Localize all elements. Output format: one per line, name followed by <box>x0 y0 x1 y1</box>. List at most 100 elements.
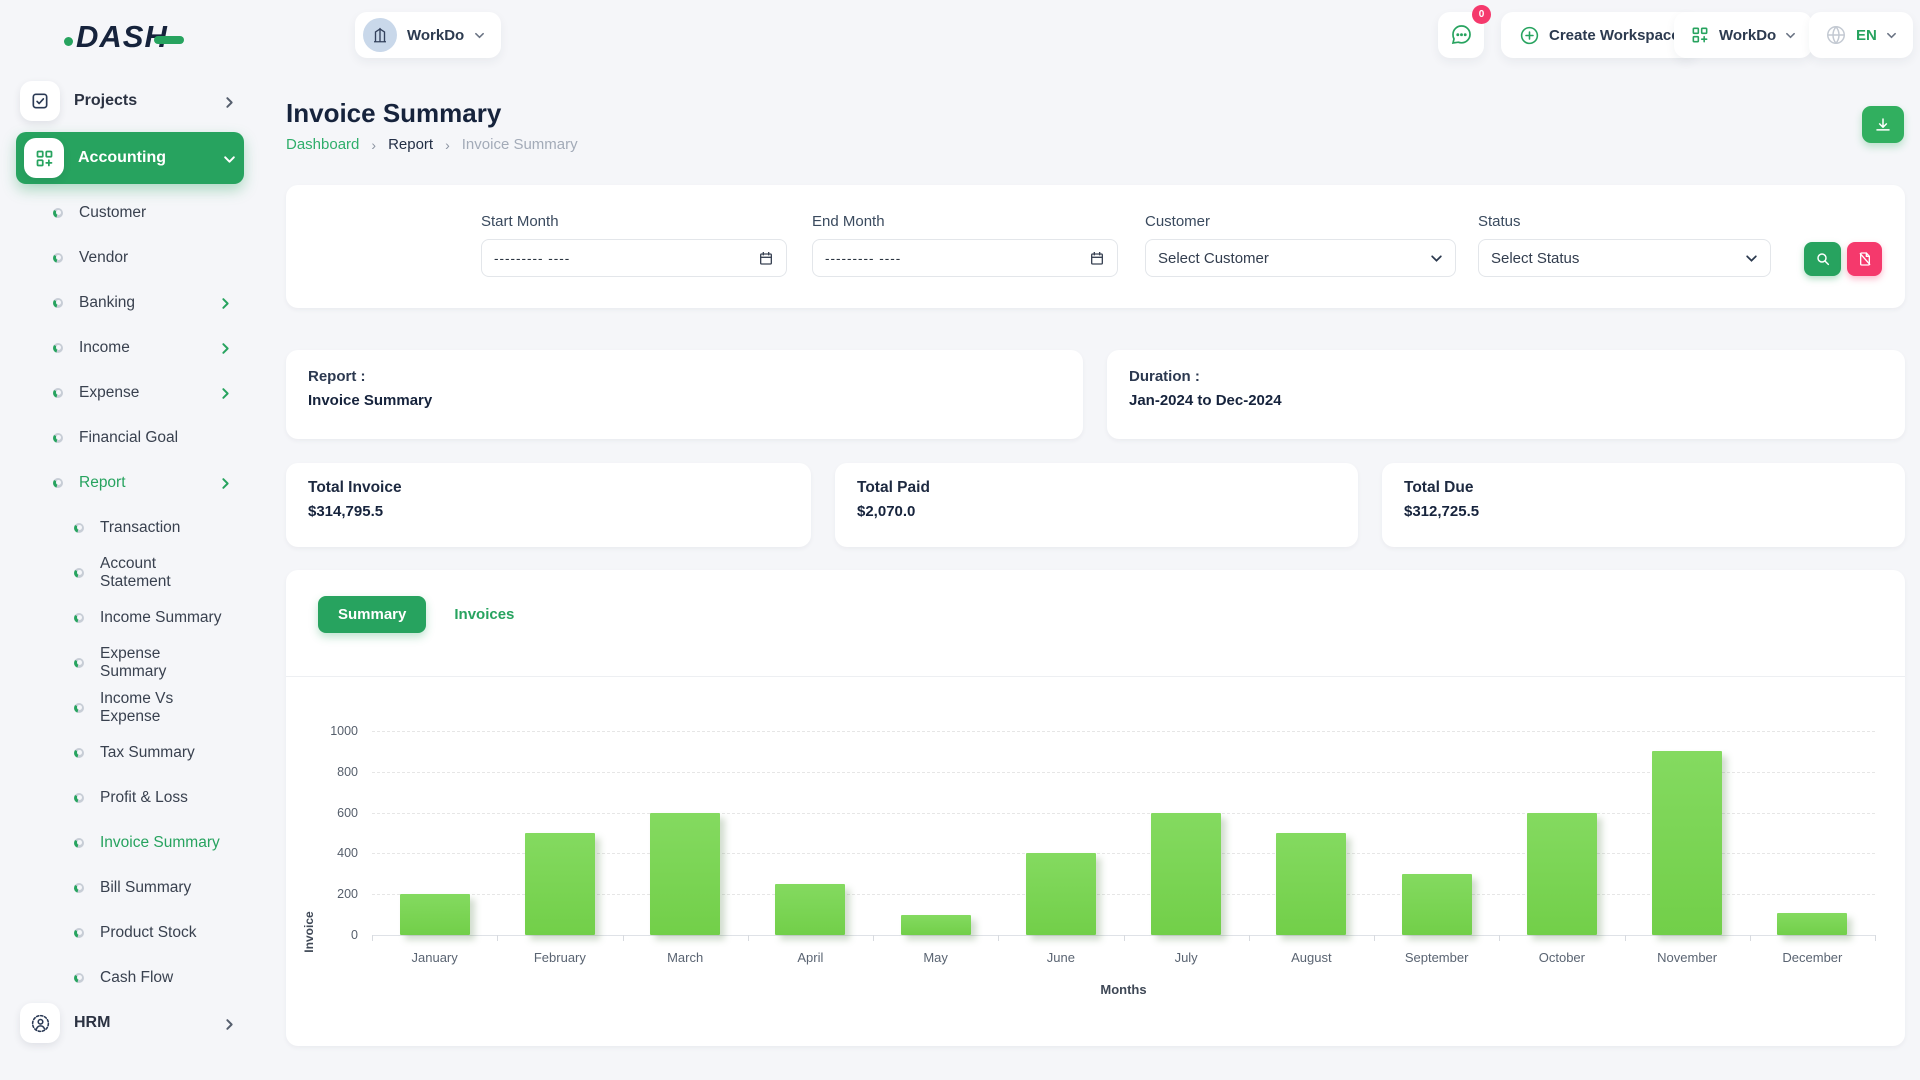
sidebar-item-hrm[interactable]: HRM <box>16 1000 244 1046</box>
sidebar-item-income[interactable]: Income <box>0 325 260 370</box>
chart-x-tick-mark <box>1875 935 1876 941</box>
bullet-icon <box>74 658 84 668</box>
bar-october[interactable] <box>1527 813 1597 935</box>
workspace-switcher[interactable]: WorkDo <box>355 12 501 58</box>
bar-january[interactable] <box>400 894 470 935</box>
tab-summary[interactable]: Summary <box>318 596 426 633</box>
create-workspace-button[interactable]: Create Workspace <box>1501 12 1698 58</box>
sidebar-item-accounting[interactable]: Accounting <box>16 132 244 184</box>
bar-february[interactable] <box>525 833 595 935</box>
status-select-value: Select Status <box>1491 250 1745 267</box>
sidebar-item-invoice-summary[interactable]: Invoice Summary <box>0 820 260 865</box>
bullet-icon <box>74 928 84 938</box>
tab-invoices[interactable]: Invoices <box>454 606 514 623</box>
messages-count-badge: 0 <box>1472 5 1491 24</box>
sidebar-item-label: Expense <box>79 384 219 402</box>
sidebar-item-income-summary[interactable]: Income Summary <box>0 595 260 640</box>
report-info-card: Report : Invoice Summary <box>286 350 1083 439</box>
sidebar-item-label: Income <box>79 339 219 357</box>
report-value: Invoice Summary <box>308 392 1061 409</box>
messages-button[interactable]: 0 <box>1438 12 1484 58</box>
sidebar-item-account-statement[interactable]: Account Statement <box>0 550 260 595</box>
language-code: EN <box>1856 27 1877 44</box>
sidebar-item-projects[interactable]: Projects <box>16 78 244 124</box>
chevron-right-icon <box>223 96 234 107</box>
bar-september[interactable] <box>1402 874 1472 935</box>
end-month-input[interactable]: --------- ---- <box>812 239 1118 277</box>
bar-slot <box>873 731 998 935</box>
users-icon <box>20 1003 60 1043</box>
apply-filter-button[interactable] <box>1804 242 1841 276</box>
sidebar-item-label: Account Statement <box>100 555 230 591</box>
app-logo[interactable]: DASH <box>64 18 184 56</box>
status-select[interactable]: Select Status <box>1478 239 1771 277</box>
bar-june[interactable] <box>1026 853 1096 935</box>
calendar-icon[interactable] <box>1089 250 1105 266</box>
bar-slot <box>497 731 622 935</box>
reset-filter-button[interactable] <box>1847 242 1882 276</box>
bar-slot <box>623 731 748 935</box>
bar-slot <box>1124 731 1249 935</box>
sidebar-item-customer[interactable]: Customer <box>0 190 260 235</box>
invoice-bar-chart: Invoice Months 02004006008001000JanuaryF… <box>286 676 1905 1046</box>
bar-august[interactable] <box>1276 833 1346 935</box>
bar-slot <box>1750 731 1875 935</box>
sidebar-item-expense-summary[interactable]: Expense Summary <box>0 640 260 685</box>
filters-card: Start Month --------- ---- End Month ---… <box>286 185 1905 308</box>
sidebar-item-transaction[interactable]: Transaction <box>0 505 260 550</box>
grid-plus-icon <box>1690 25 1710 45</box>
chart-y-tick-label: 1000 <box>304 724 358 738</box>
chevron-down-icon <box>1430 252 1443 265</box>
calendar-icon[interactable] <box>758 250 774 266</box>
main-content: Invoice Summary Dashboard › Report › Inv… <box>260 72 1920 1080</box>
breadcrumb-dashboard[interactable]: Dashboard <box>286 136 359 153</box>
bullet-icon <box>53 433 63 443</box>
sidebar-item-financial-goal[interactable]: Financial Goal <box>0 415 260 460</box>
sidebar-item-expense[interactable]: Expense <box>0 370 260 415</box>
sidebar-item-cash-flow[interactable]: Cash Flow <box>0 955 260 1000</box>
sidebar-item-product-stock[interactable]: Product Stock <box>0 910 260 955</box>
chart-x-tick-mark <box>497 935 498 941</box>
chart-y-tick-label: 600 <box>304 806 358 820</box>
bar-july[interactable] <box>1151 813 1221 935</box>
logo-bar-icon <box>154 36 184 44</box>
chevron-down-icon <box>1745 252 1758 265</box>
sidebar-item-report[interactable]: Report <box>0 460 260 505</box>
chart-x-tick-label: October <box>1499 950 1624 965</box>
sidebar-item-tax-summary[interactable]: Tax Summary <box>0 730 260 775</box>
breadcrumb-report[interactable]: Report <box>388 136 433 153</box>
end-month-label: End Month <box>812 213 1118 230</box>
bar-november[interactable] <box>1652 751 1722 935</box>
sidebar-item-vendor[interactable]: Vendor <box>0 235 260 280</box>
sidebar-item-label: Projects <box>74 92 209 110</box>
breadcrumb-separator-icon: › <box>445 137 450 153</box>
total-paid-label: Total Paid <box>857 479 1336 497</box>
download-report-button[interactable] <box>1862 106 1904 143</box>
sidebar-item-banking[interactable]: Banking <box>0 280 260 325</box>
start-month-label: Start Month <box>481 213 787 230</box>
chart-x-tick-label: August <box>1249 950 1374 965</box>
page-title: Invoice Summary <box>286 98 501 129</box>
download-icon <box>1874 116 1892 134</box>
workdo-menu-button[interactable]: WorkDo <box>1674 12 1812 58</box>
bar-march[interactable] <box>650 813 720 935</box>
bullet-icon <box>53 253 63 263</box>
bar-may[interactable] <box>901 915 971 935</box>
sidebar-item-bill-summary[interactable]: Bill Summary <box>0 865 260 910</box>
sidebar-item-income-vs-expense[interactable]: Income Vs Expense <box>0 685 260 730</box>
search-icon <box>1815 251 1831 267</box>
total-invoice-card: Total Invoice $314,795.5 <box>286 463 811 547</box>
customer-label: Customer <box>1145 213 1456 230</box>
sidebar-item-label: Profit & Loss <box>100 789 230 807</box>
bar-december[interactable] <box>1777 913 1847 935</box>
sidebar-item-label: Banking <box>79 294 219 312</box>
chevron-right-icon <box>219 387 230 398</box>
language-selector[interactable]: EN <box>1809 12 1913 58</box>
start-month-input[interactable]: --------- ---- <box>481 239 787 277</box>
bar-april[interactable] <box>775 884 845 935</box>
customer-select[interactable]: Select Customer <box>1145 239 1456 277</box>
total-invoice-value: $314,795.5 <box>308 503 789 520</box>
chart-x-tick-label: July <box>1124 950 1249 965</box>
sidebar-item-profit-loss[interactable]: Profit & Loss <box>0 775 260 820</box>
sidebar-item-label: Income Vs Expense <box>100 690 230 726</box>
